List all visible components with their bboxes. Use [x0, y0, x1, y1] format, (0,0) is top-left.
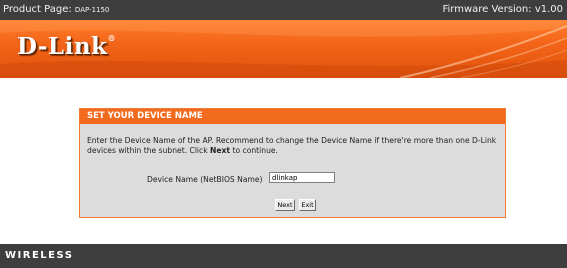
next-button[interactable]: Next [275, 199, 295, 211]
logo-text: D-Link [17, 33, 108, 60]
exit-button[interactable]: Exit [299, 199, 316, 211]
brand-banner: D-Link® [0, 20, 567, 78]
panel-header: SET YOUR DEVICE NAME [80, 109, 505, 124]
product-page-label: Product Page: [3, 4, 72, 15]
instructions-post: to continue. [230, 146, 278, 155]
instructions-bold-next: Next [210, 146, 231, 155]
device-name-panel: SET YOUR DEVICE NAME Enter the Device Na… [79, 108, 506, 218]
panel-title: SET YOUR DEVICE NAME [87, 111, 203, 121]
instructions-text: Enter the Device Name of the AP. Recomme… [87, 136, 499, 156]
dlink-logo: D-Link® [17, 33, 116, 60]
footer-wireless-label: WIRELESS [5, 250, 74, 261]
top-info-bar: Product Page: DAP-1150 Firmware Version:… [0, 0, 567, 20]
device-name-label: Device Name (NetBIOS Name) [147, 175, 263, 184]
device-name-input[interactable] [269, 172, 335, 183]
registered-mark: ® [107, 33, 116, 43]
product-page-info: Product Page: DAP-1150 [3, 4, 109, 15]
instructions-pre: Enter the Device Name of the AP. Recomme… [87, 136, 497, 155]
product-model: DAP-1150 [74, 6, 110, 14]
footer-bar: WIRELESS [0, 244, 567, 268]
firmware-version: Firmware Version: v1.00 [442, 4, 563, 15]
